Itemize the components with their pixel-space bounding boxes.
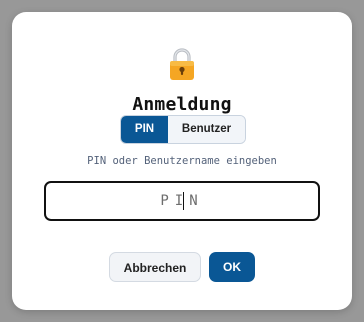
tab-benutzer[interactable]: Benutzer (168, 116, 245, 143)
pin-input[interactable] (46, 183, 318, 219)
dialog-title: Anmeldung (132, 94, 232, 115)
pin-field-container (44, 181, 320, 221)
ok-button[interactable]: OK (209, 252, 255, 282)
input-hint: PIN oder Benutzername eingeben (87, 155, 277, 167)
login-mode-toggle: PIN Benutzer (120, 115, 246, 144)
login-dialog: Anmeldung PIN Benutzer PIN oder Benutzer… (12, 12, 352, 310)
text-caret (183, 192, 184, 210)
tab-pin[interactable]: PIN (121, 116, 168, 143)
lock-icon (170, 48, 194, 80)
cancel-button[interactable]: Abbrechen (109, 252, 201, 282)
